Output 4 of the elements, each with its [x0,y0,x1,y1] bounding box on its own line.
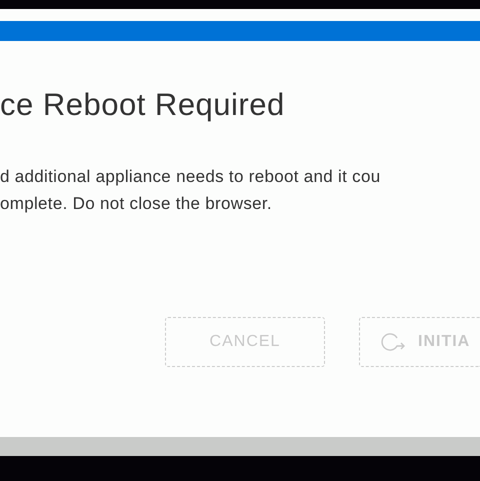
message-text: d additional appliance needs to reboot and it cou [0,166,382,188]
refresh-icon [380,332,406,352]
message-text: omplete. Do not close the browser. [0,193,273,215]
dialog-title: ce Reboot Required [0,87,286,123]
